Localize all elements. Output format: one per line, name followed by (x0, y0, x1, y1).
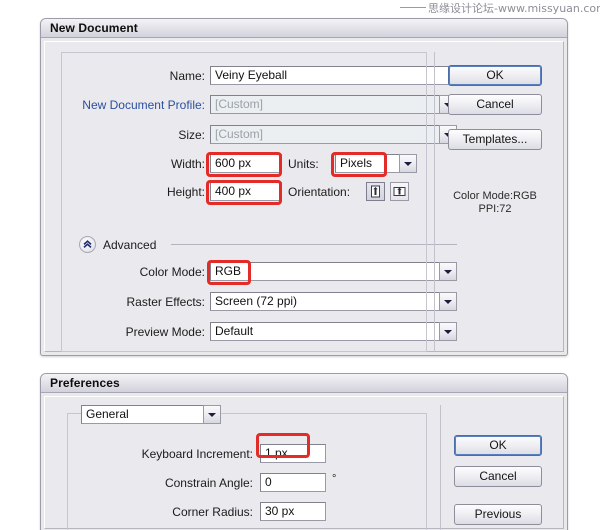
watermark-rule (400, 7, 426, 8)
preferences-category-combo[interactable]: General (81, 405, 221, 424)
screenshot-root: 思缘设计论坛-www.missyuan.com New Document Nam… (0, 0, 600, 530)
new-document-dialog: New Document Name: Veiny Eyeball New Doc… (40, 18, 568, 356)
chevron-down-icon[interactable] (203, 405, 221, 424)
chevron-down-icon[interactable] (439, 292, 457, 311)
new-document-templates-button[interactable]: Templates... (448, 129, 542, 150)
preferences-titlebar: Preferences (41, 374, 567, 393)
preferences-ok-button[interactable]: OK (454, 435, 542, 456)
preferences-button-column-divider (440, 405, 441, 530)
watermark-text: 思缘设计论坛-www.missyuan.com (428, 2, 600, 15)
summary-ppi: PPI:72 (478, 203, 512, 215)
preferences-body: General Keyboard Increment: 1 px Constra… (44, 396, 564, 530)
new-document-panel-frame (61, 52, 427, 352)
constrain-angle-input[interactable]: 0 (260, 473, 326, 492)
keyboard-increment-input[interactable]: 1 px (260, 444, 326, 463)
constrain-angle-label: Constrain Angle: (164, 476, 253, 490)
preferences-cancel-button[interactable]: Cancel (454, 466, 542, 487)
new-document-cancel-button[interactable]: Cancel (448, 94, 542, 115)
corner-radius-label: Corner Radius: (172, 505, 253, 519)
degree-symbol: ° (332, 473, 337, 485)
new-document-title: New Document (50, 21, 138, 35)
watermark: 思缘设计论坛-www.missyuan.com (400, 1, 600, 17)
chevron-down-icon[interactable] (439, 262, 457, 281)
preferences-dialog: Preferences General Keyboard Increment: … (40, 373, 568, 530)
keyboard-increment-label: Keyboard Increment: (141, 447, 253, 461)
corner-radius-input[interactable]: 30 px (260, 502, 326, 521)
new-document-ok-button[interactable]: OK (448, 65, 542, 86)
preferences-previous-button[interactable]: Previous (454, 504, 542, 525)
button-column-divider (434, 52, 435, 352)
preferences-category-value: General (81, 405, 203, 424)
summary-color-mode: Color Mode:RGB (453, 190, 537, 202)
preferences-title: Preferences (50, 376, 120, 390)
new-document-titlebar: New Document (41, 19, 567, 38)
new-document-body: Name: Veiny Eyeball New Document Profile… (44, 41, 564, 352)
chevron-down-icon[interactable] (439, 322, 457, 341)
